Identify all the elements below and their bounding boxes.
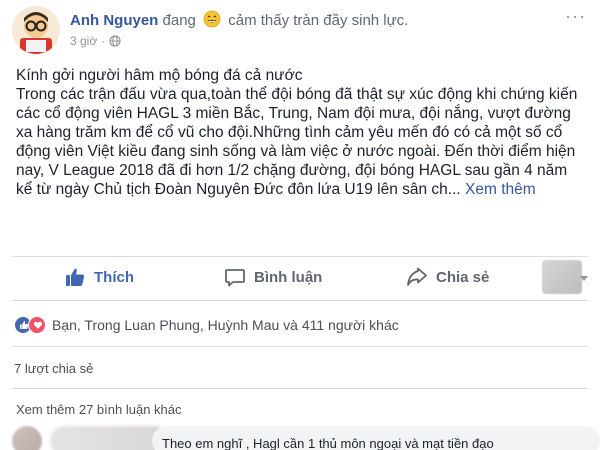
- share-label: Chia sẻ: [436, 268, 490, 286]
- share-button[interactable]: Chia sẻ: [406, 266, 489, 288]
- post-greeting: Kính gởi người hâm mộ bóng đá cả nước: [16, 67, 303, 84]
- author-line: Anh Nguyen đang cảm thấy tràn đầy sinh l…: [70, 10, 408, 29]
- chevron-down-icon[interactable]: [580, 276, 588, 281]
- post-actions-bar: Thích Bình luận Chia sẻ: [12, 258, 588, 298]
- post-meta: 3 giờ ·: [70, 34, 121, 48]
- comment-bubble-icon: [225, 269, 245, 287]
- globe-icon[interactable]: [109, 35, 121, 47]
- comment-button[interactable]: Bình luận: [224, 266, 322, 288]
- see-more-link[interactable]: Xem thêm: [465, 181, 536, 198]
- post-time[interactable]: 3 giờ: [70, 34, 97, 48]
- post-header: Anh Nguyen đang cảm thấy tràn đầy sinh l…: [12, 6, 588, 54]
- author-name[interactable]: Anh Nguyen: [70, 12, 158, 29]
- thumbs-up-icon: [66, 268, 85, 286]
- grinning-emoji-icon: [203, 10, 221, 28]
- comment-label: Bình luận: [254, 268, 323, 286]
- reaction-icons: [14, 316, 46, 334]
- comment-preview: Theo em nghĩ , Hagl cần 1 thủ môn ngoại …: [12, 426, 600, 450]
- like-button[interactable]: Thích: [64, 266, 134, 288]
- post-text: Trong các trận đấu vừa qua,toàn thể đội …: [16, 85, 584, 199]
- commenter-name-blurred: [50, 426, 160, 450]
- post-content: Kính gởi người hâm mộ bóng đá cả nước Tr…: [16, 66, 584, 199]
- feeling-prefix: đang: [162, 12, 196, 29]
- feeling-text[interactable]: cảm thấy tràn đầy sinh lực.: [228, 12, 408, 29]
- actions-divider-bottom: [12, 300, 588, 301]
- share-arrow-icon: [407, 267, 427, 286]
- share-count[interactable]: 7 lượt chia sẻ: [14, 361, 93, 376]
- comment-text: Theo em nghĩ , Hagl cần 1 thủ môn ngoại …: [162, 436, 494, 450]
- love-reaction-icon: [28, 316, 46, 334]
- avatar-illustration-icon: [12, 6, 60, 54]
- actions-divider-top: [12, 256, 588, 257]
- reactions-divider: [12, 346, 588, 347]
- commenter-avatar[interactable]: [12, 426, 42, 450]
- reactions-summary[interactable]: Bạn, Trong Luan Phung, Huỳnh Mau và 411 …: [14, 316, 399, 334]
- viewer-avatar[interactable]: [542, 260, 582, 294]
- comments-divider: [12, 388, 588, 389]
- view-more-comments-link[interactable]: Xem thêm 27 bình luận khác: [16, 402, 182, 417]
- author-avatar[interactable]: [12, 6, 60, 54]
- reactions-text: Bạn, Trong Luan Phung, Huỳnh Mau và 411 …: [52, 317, 399, 333]
- like-label: Thích: [94, 268, 134, 286]
- comment-bubble: Theo em nghĩ , Hagl cần 1 thủ môn ngoại …: [152, 426, 600, 450]
- post-options-button[interactable]: ···: [565, 6, 586, 27]
- meta-separator: ·: [101, 34, 106, 48]
